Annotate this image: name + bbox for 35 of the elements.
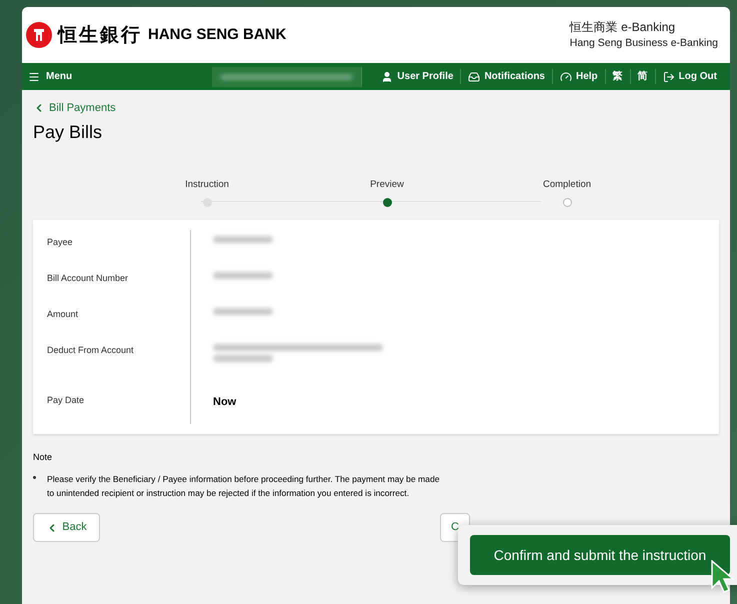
menu-icon bbox=[28, 70, 40, 82]
bullet-icon bbox=[33, 476, 36, 479]
bank-logo-icon bbox=[26, 22, 52, 48]
page-title: Pay Bills bbox=[33, 120, 104, 144]
note-title: Note bbox=[33, 450, 54, 464]
account-selector[interactable] bbox=[212, 66, 362, 86]
logout-icon bbox=[662, 70, 675, 82]
service-title: 恒生商業 e-Banking bbox=[570, 19, 676, 36]
gauge-icon bbox=[560, 70, 572, 82]
back-button[interactable]: Back bbox=[33, 513, 100, 542]
note-text: Please verify the Beneficiary / Payee information before proceeding further. The payment may be made to unintended recipient or instruction may be rejected if the information you entered is incorrect. bbox=[47, 473, 441, 500]
service-subtitle: Hang Seng Business e-Banking bbox=[570, 36, 718, 52]
detail-label: Amount bbox=[46, 308, 80, 320]
nav-link[interactable]: Help bbox=[552, 69, 605, 84]
bank-name: HANG SENG BANK bbox=[148, 24, 286, 45]
confirm-button[interactable]: Confirm and submit the instruction bbox=[470, 535, 730, 575]
nav-link[interactable]: 繁 bbox=[604, 69, 630, 84]
nav-link[interactable]: User Profile bbox=[374, 69, 460, 84]
breadcrumb-link[interactable]: Bill Payments bbox=[33, 100, 719, 116]
nav-link[interactable]: 简 bbox=[630, 69, 655, 84]
menu-button[interactable]: Menu bbox=[28, 69, 72, 84]
user-icon bbox=[381, 70, 394, 82]
detail-label: Payee bbox=[46, 236, 74, 249]
step-label: Instruction bbox=[185, 178, 229, 192]
cursor-icon bbox=[711, 560, 735, 594]
detail-label: Pay Date bbox=[46, 394, 86, 407]
nav-link[interactable]: Log Out bbox=[654, 69, 724, 84]
detail-value: Now bbox=[213, 394, 236, 410]
detail-label: Bill Account Number bbox=[46, 272, 130, 284]
detail-label: Deduct From Account bbox=[46, 344, 135, 356]
bank-name-chinese: 恒生銀行 bbox=[58, 22, 142, 48]
inbox-icon bbox=[468, 70, 480, 82]
step-label: Preview bbox=[370, 178, 404, 192]
step-label: Completion bbox=[542, 178, 592, 192]
nav-link[interactable]: Notifications bbox=[460, 69, 552, 84]
